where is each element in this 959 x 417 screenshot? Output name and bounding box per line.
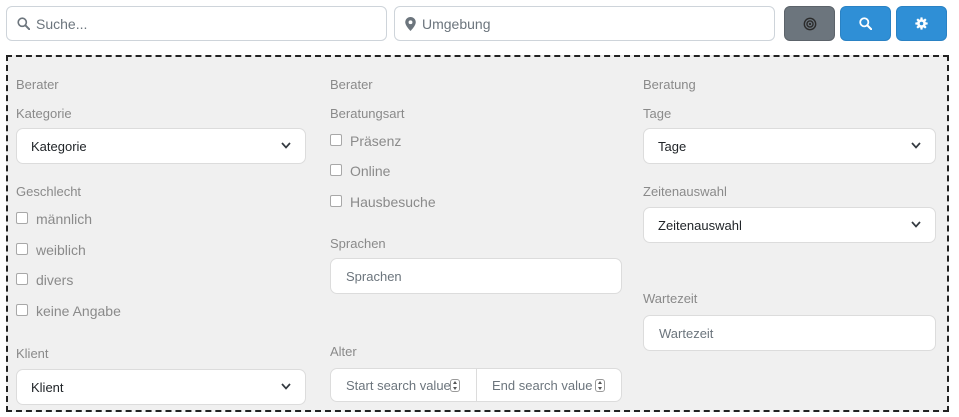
checkbox-box[interactable] (16, 211, 28, 224)
settings-button[interactable] (896, 6, 947, 41)
kategorie-label: Kategorie (16, 106, 72, 121)
wartezeit-input[interactable]: Wartezeit (643, 315, 936, 351)
checkbox-keine-angabe[interactable]: keine Angabe (16, 303, 121, 319)
sprachen-label: Sprachen (330, 236, 386, 251)
geschlecht-label: Geschlecht (16, 184, 82, 199)
chevron-down-icon (911, 142, 921, 149)
environment-input[interactable]: Umgebung (394, 6, 775, 41)
checkbox-box[interactable] (16, 272, 28, 285)
alter-range: Start search value End search value (330, 368, 622, 402)
search-icon (859, 17, 872, 30)
search-button[interactable] (840, 6, 891, 41)
wartezeit-input-placeholder: Wartezeit (659, 325, 714, 341)
map-pin-icon (405, 16, 416, 31)
chevron-down-icon (281, 383, 291, 390)
environment-input-placeholder: Umgebung (422, 15, 491, 32)
checkbox-box[interactable] (16, 242, 28, 255)
alter-label: Alter (330, 344, 357, 359)
klient-select-value: Klient (31, 379, 64, 395)
checkbox-maennlich[interactable]: männlich (16, 211, 92, 227)
section-label-klient: Klient (16, 346, 49, 361)
checkbox-label: männlich (36, 211, 93, 227)
checkbox-label: Hausbesuche (350, 194, 436, 210)
alter-start-placeholder: Start search value (346, 377, 450, 393)
checkbox-label: weiblich (36, 242, 86, 258)
checkbox-box[interactable] (330, 163, 342, 176)
checkbox-label: Online (350, 163, 391, 179)
beratungsart-label: Beratungsart (330, 106, 405, 121)
checkbox-box[interactable] (16, 303, 28, 316)
gear-icon (915, 17, 928, 30)
klient-select[interactable]: Klient (16, 369, 306, 405)
checkbox-weiblich[interactable]: weiblich (16, 242, 86, 258)
checkbox-label: divers (36, 272, 74, 288)
alter-end-placeholder: End search value (492, 377, 593, 393)
number-spinner-icon[interactable] (595, 379, 605, 392)
tage-select-value: Tage (658, 138, 687, 154)
checkbox-label: Präsenz (350, 133, 402, 149)
checkbox-online[interactable]: Online (330, 163, 390, 179)
number-spinner-icon[interactable] (450, 379, 460, 392)
checkbox-box[interactable] (330, 194, 342, 207)
checkbox-box[interactable] (330, 133, 342, 146)
checkbox-divers[interactable]: divers (16, 272, 73, 288)
search-icon (17, 17, 30, 30)
tage-label: Tage (643, 106, 672, 121)
locate-button[interactable] (784, 6, 835, 41)
section-label-berater: Berater (330, 77, 373, 92)
checkbox-praesenz[interactable]: Präsenz (330, 133, 401, 149)
zeitenauswahl-label: Zeitenauswahl (643, 184, 727, 199)
kategorie-select-value: Kategorie (31, 138, 87, 154)
checkbox-label: keine Angabe (36, 303, 121, 319)
sprachen-input-placeholder: Sprachen (346, 268, 402, 284)
search-toolbar: Suche... Umgebung (0, 0, 959, 48)
alter-start-input[interactable]: Start search value (331, 369, 476, 401)
section-label-beratung: Beratung (643, 77, 696, 92)
target-icon (803, 17, 816, 30)
chevron-down-icon (281, 142, 291, 149)
sprachen-input[interactable]: Sprachen (330, 258, 622, 294)
zeitenauswahl-select[interactable]: Zeitenauswahl (643, 207, 936, 243)
kategorie-select[interactable]: Kategorie (16, 128, 306, 164)
search-input[interactable]: Suche... (6, 6, 387, 41)
tage-select[interactable]: Tage (643, 128, 936, 164)
wartezeit-label: Wartezeit (643, 291, 698, 306)
filter-panel: Berater Kategorie Kategorie Geschlecht m… (6, 55, 949, 412)
zeitenauswahl-select-value: Zeitenauswahl (658, 217, 742, 233)
section-label-berater: Berater (16, 77, 59, 92)
chevron-down-icon (911, 221, 921, 228)
alter-end-input[interactable]: End search value (476, 369, 621, 401)
search-input-placeholder: Suche... (36, 15, 88, 32)
checkbox-hausbesuche[interactable]: Hausbesuche (330, 194, 436, 210)
